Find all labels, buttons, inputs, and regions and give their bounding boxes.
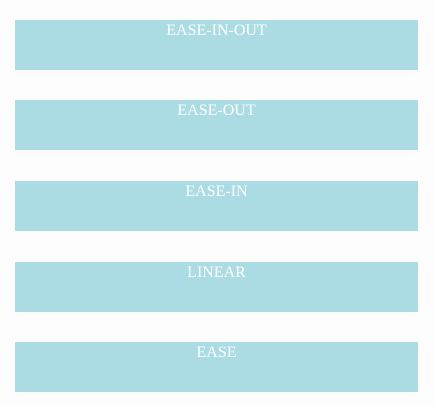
ease-label: EASE [196, 344, 237, 361]
linear-bar: LINEAR [15, 262, 418, 312]
ease-out-label: EASE-OUT [177, 102, 256, 119]
linear-label: LINEAR [187, 264, 246, 281]
ease-in-out-bar: EASE-IN-OUT [15, 20, 418, 70]
ease-out-bar: EASE-OUT [15, 100, 418, 150]
animation-demo-stage: EASE-IN-OUT EASE-OUT EASE-IN LINEAR EASE [0, 0, 434, 406]
ease-in-bar: EASE-IN [15, 181, 418, 231]
ease-in-label: EASE-IN [185, 183, 248, 200]
ease-in-out-label: EASE-IN-OUT [166, 22, 267, 39]
ease-bar: EASE [15, 342, 418, 392]
